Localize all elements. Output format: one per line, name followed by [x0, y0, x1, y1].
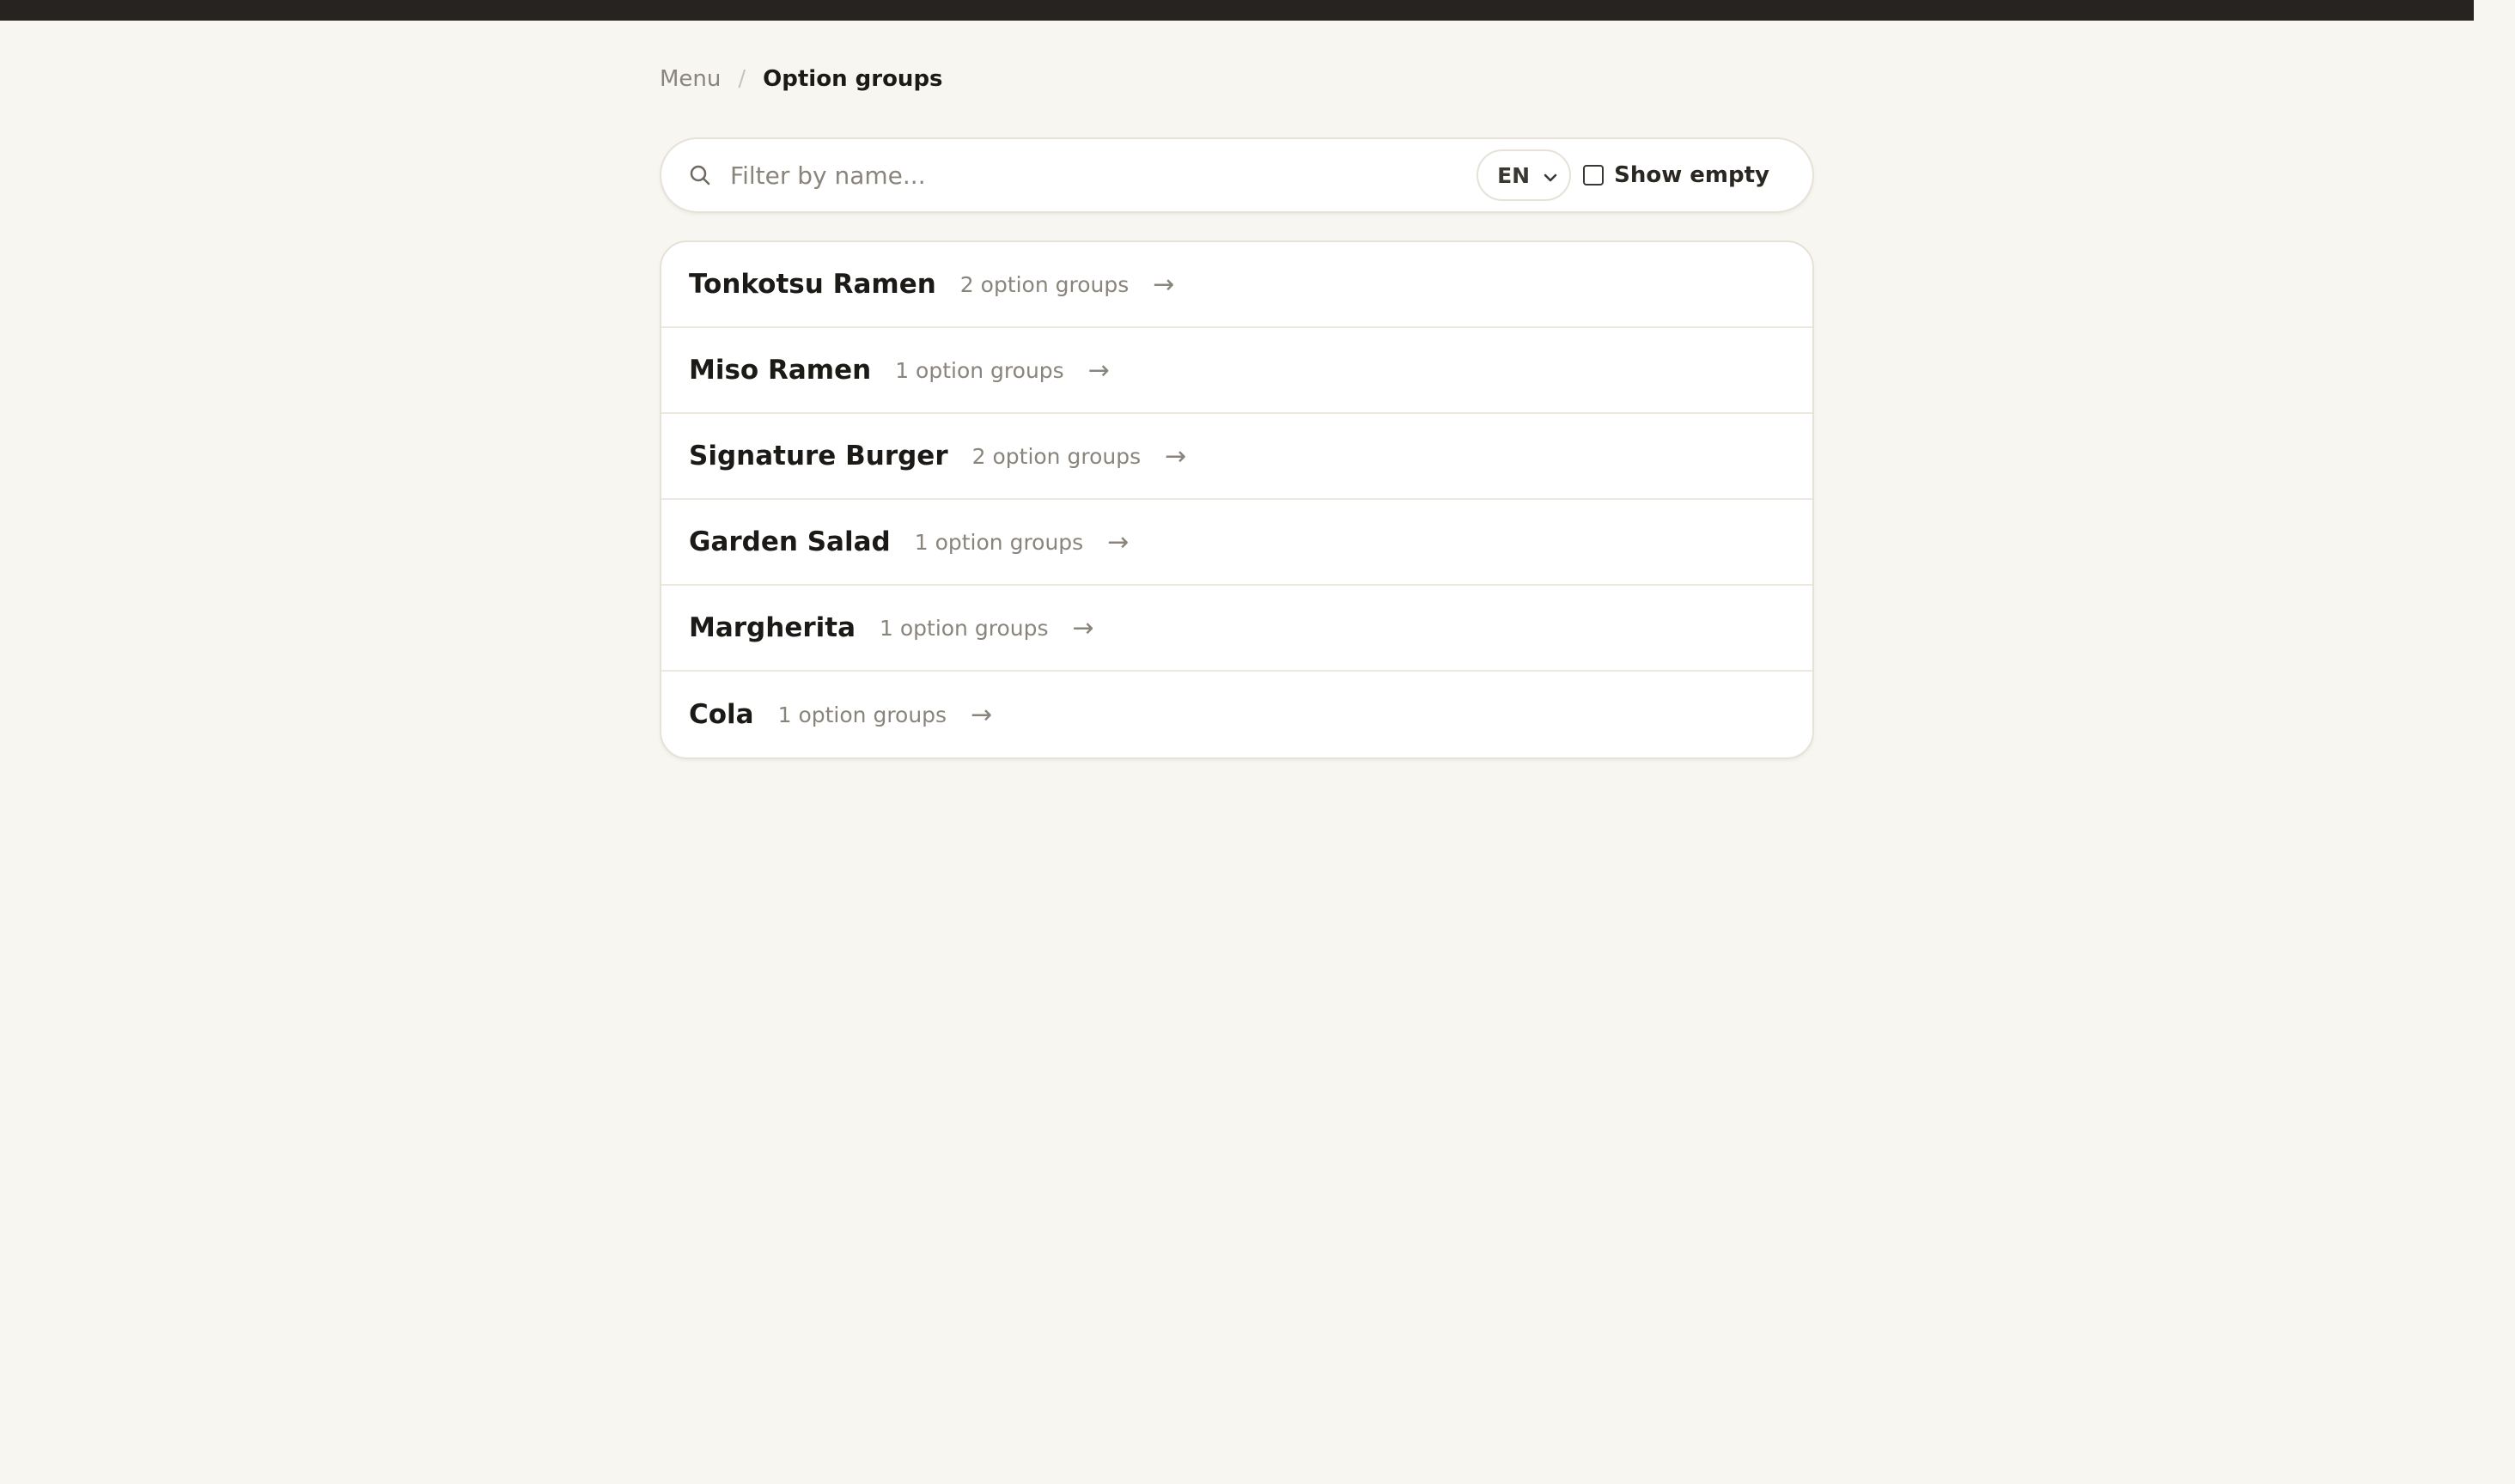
list-item[interactable]: Garden Salad 1 option groups → — [661, 500, 1812, 586]
search-icon — [661, 164, 730, 186]
list-item[interactable]: Margherita 1 option groups → — [661, 586, 1812, 672]
breadcrumb-separator: / — [738, 66, 746, 92]
arrow-right-icon: → — [1165, 441, 1187, 471]
show-empty-toggle[interactable]: Show empty — [1583, 162, 1769, 188]
list-item[interactable]: Miso Ramen 1 option groups → — [661, 328, 1812, 414]
arrow-right-icon: → — [1087, 355, 1110, 386]
language-select[interactable]: EN — [1477, 149, 1572, 201]
arrow-right-icon: → — [1153, 269, 1175, 300]
filter-input[interactable] — [730, 149, 1477, 201]
item-name: Tonkotsu Ramen — [689, 269, 936, 300]
item-name: Cola — [689, 699, 754, 730]
main-content: Menu / Option groups EN Show empty Ton — [660, 62, 1814, 759]
breadcrumb: Menu / Option groups — [660, 62, 1814, 96]
arrow-right-icon: → — [971, 699, 993, 730]
language-select-value: EN — [1497, 162, 1531, 188]
item-name: Miso Ramen — [689, 355, 872, 386]
option-group-count: 2 option groups — [959, 271, 1130, 297]
list-item[interactable]: Signature Burger 2 option groups → — [661, 414, 1812, 500]
chevron-down-icon — [1544, 163, 1557, 188]
breadcrumb-current: Option groups — [763, 66, 943, 92]
item-name: Margherita — [689, 612, 856, 643]
list-item[interactable]: Tonkotsu Ramen 2 option groups → — [661, 242, 1812, 328]
arrow-right-icon: → — [1072, 612, 1094, 643]
option-group-count: 1 option groups — [880, 615, 1049, 641]
arrow-right-icon: → — [1107, 526, 1130, 557]
option-group-count: 1 option groups — [895, 357, 1064, 383]
menu-item-list: Tonkotsu Ramen 2 option groups → Miso Ra… — [660, 240, 1814, 759]
breadcrumb-menu-link[interactable]: Menu — [660, 62, 721, 96]
top-bar — [0, 0, 2474, 21]
item-name: Garden Salad — [689, 526, 891, 557]
show-empty-label: Show empty — [1614, 162, 1769, 188]
show-empty-checkbox[interactable] — [1583, 165, 1605, 186]
list-item[interactable]: Cola 1 option groups → — [661, 672, 1812, 757]
option-group-count: 1 option groups — [777, 702, 947, 727]
option-group-count: 2 option groups — [971, 443, 1142, 469]
item-name: Signature Burger — [689, 441, 948, 471]
option-group-count: 1 option groups — [914, 529, 1084, 555]
filter-bar: EN Show empty — [660, 137, 1814, 213]
